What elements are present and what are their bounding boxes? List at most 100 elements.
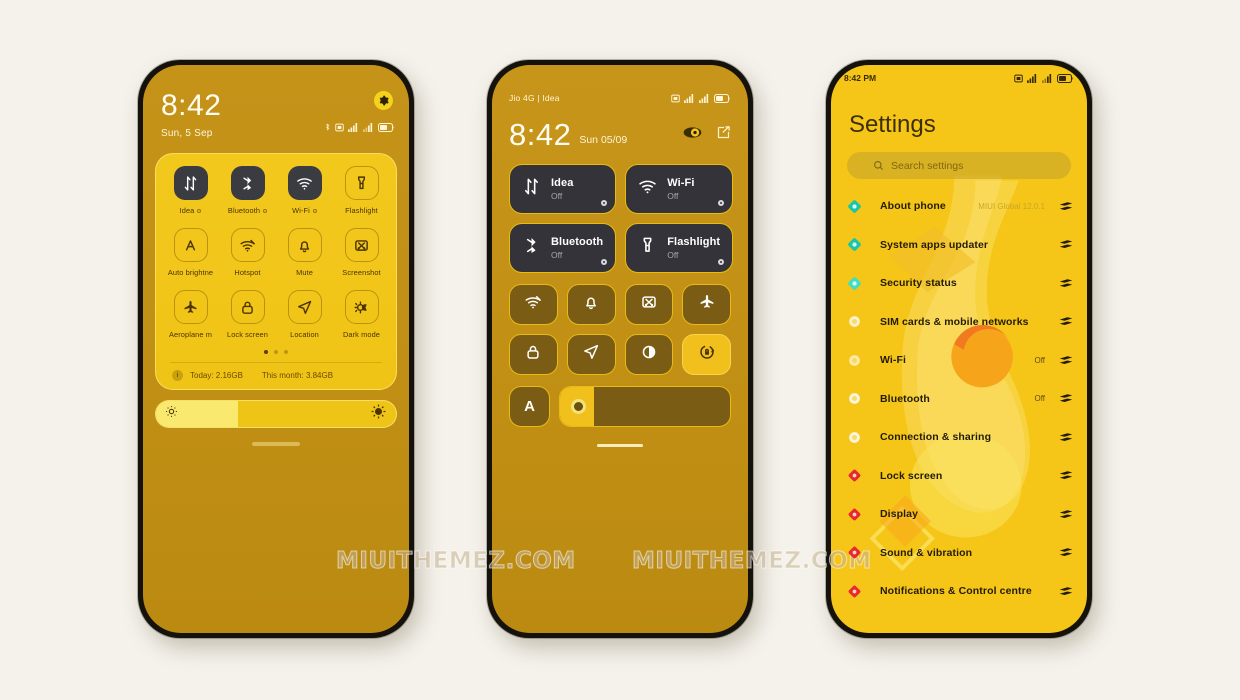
status-bar-icons [671, 93, 731, 103]
settings-row[interactable]: Notifications & Control centre [831, 572, 1087, 611]
bluetooth-icon[interactable] [230, 166, 265, 200]
double-chevron-icon[interactable] [1059, 393, 1073, 404]
quick-tile[interactable]: Wi-Fi [276, 166, 333, 215]
quick-tile[interactable]: Bluetooth [219, 166, 276, 215]
data-arrows-icon [522, 177, 541, 201]
signal-bars-icon [684, 93, 694, 103]
control-small-tile[interactable] [624, 334, 674, 375]
control-small-tile[interactable] [682, 334, 731, 375]
brightness-slider[interactable] [155, 400, 397, 428]
search-input[interactable]: Search settings [847, 152, 1071, 179]
control-small-tile[interactable] [509, 284, 558, 325]
page-indicator[interactable] [162, 350, 390, 354]
quick-tile[interactable]: Location [276, 290, 333, 339]
double-chevron-icon[interactable] [1059, 547, 1073, 558]
quick-tile[interactable]: Hotspot [219, 228, 276, 277]
brightness-slider[interactable] [559, 386, 731, 427]
big-tile-state: Off [551, 250, 563, 260]
settings-row[interactable]: Security status [831, 264, 1087, 303]
sim-card-icon [847, 314, 862, 329]
control-small-tile[interactable] [682, 284, 731, 325]
settings-row[interactable]: About phone MIUI Global 12.0.1 [831, 187, 1087, 226]
tile-expand-dot[interactable] [197, 209, 202, 214]
double-chevron-icon[interactable] [1059, 201, 1073, 212]
big-tile-state: Off [667, 250, 679, 260]
quick-tile[interactable]: Idea [162, 166, 219, 215]
dark-mode-contrast-icon [640, 343, 658, 366]
double-chevron-icon[interactable] [1059, 432, 1073, 443]
settings-list: About phone MIUI Global 12.0.1 System apps… [831, 187, 1087, 611]
double-chevron-icon[interactable] [1059, 586, 1073, 597]
quick-tile[interactable]: Screenshot [333, 228, 390, 277]
bluetooth-settings-icon [847, 391, 862, 406]
aeroplane-icon[interactable] [173, 290, 208, 324]
settings-row[interactable]: Connection & sharing [831, 418, 1087, 457]
tile-expand-dot[interactable] [718, 200, 725, 206]
settings-row[interactable]: Wi-Fi Off [831, 341, 1087, 380]
small-tile-grid [492, 273, 748, 375]
double-chevron-icon[interactable] [1059, 278, 1073, 289]
cc-time: 8:42 [509, 117, 572, 152]
system-updater-icon [847, 237, 862, 252]
quick-tile[interactable]: Aeroplane m [162, 290, 219, 339]
double-chevron-icon[interactable] [1059, 316, 1073, 327]
auto-brightness-icon[interactable] [173, 228, 208, 262]
data-usage-row[interactable]: i Today: 2.16GB This month: 3.84GB [162, 363, 390, 383]
shade-header: 8:42 Sun, 5 Sep [143, 65, 409, 139]
tile-expand-dot[interactable] [601, 200, 608, 206]
double-chevron-icon[interactable] [1059, 239, 1073, 250]
data-usage-month: This month: 3.84GB [261, 371, 334, 380]
screenshot-icon[interactable] [344, 228, 379, 262]
double-chevron-icon[interactable] [1059, 470, 1073, 481]
quick-tile[interactable]: Dark mode [333, 290, 390, 339]
settings-row[interactable]: Sound & vibration [831, 534, 1087, 573]
location-arrow-icon[interactable] [287, 290, 322, 324]
data-usage-today: Today: 2.16GB [190, 371, 243, 380]
quick-tile[interactable]: Lock screen [219, 290, 276, 339]
lock-icon[interactable] [230, 290, 265, 324]
dark-mode-icon[interactable] [344, 290, 379, 324]
settings-row[interactable]: Display [831, 495, 1087, 534]
control-small-tile[interactable] [566, 284, 616, 325]
notifications-icon [847, 584, 862, 599]
big-tile-name: Idea [551, 177, 574, 189]
auto-brightness-button[interactable]: A [509, 386, 550, 427]
gear-icon[interactable] [374, 91, 393, 110]
control-big-tile[interactable]: Flashlight Off [625, 223, 734, 273]
header-actions [683, 125, 731, 145]
data-arrows-icon[interactable] [173, 166, 208, 200]
bell-icon[interactable] [287, 228, 322, 262]
control-small-tile[interactable] [509, 334, 558, 375]
settings-row[interactable]: SIM cards & mobile networks [831, 303, 1087, 342]
wifi-icon[interactable] [287, 166, 322, 200]
control-big-tile[interactable]: Bluetooth Off [509, 223, 617, 273]
quick-tile[interactable]: Mute [276, 228, 333, 277]
control-big-tile[interactable]: Wi-Fi Off [625, 164, 734, 214]
control-big-tile[interactable]: Idea Off [509, 164, 617, 214]
control-small-tile[interactable] [624, 284, 674, 325]
quick-tile[interactable]: Auto brightne [162, 228, 219, 277]
double-chevron-icon[interactable] [1059, 355, 1073, 366]
brightness-knob-icon[interactable] [571, 399, 586, 414]
clock-row: 8:42 Sun 05/09 [492, 103, 748, 150]
edit-icon[interactable] [716, 125, 731, 145]
quick-tile-label: Wi-Fi [292, 206, 317, 215]
settings-row[interactable]: Bluetooth Off [831, 380, 1087, 419]
lock-icon [524, 343, 542, 366]
tile-expand-dot[interactable] [718, 259, 725, 265]
flashlight-icon[interactable] [344, 166, 379, 200]
settings-row[interactable]: System apps updater [831, 226, 1087, 265]
info-badge-icon: i [172, 370, 183, 381]
quick-tile[interactable]: Flashlight [333, 166, 390, 215]
power-eye-icon[interactable] [683, 126, 702, 144]
screenshot-icon [640, 293, 658, 316]
vpn-icon [1014, 74, 1023, 82]
page-dot [274, 350, 278, 354]
control-small-tile[interactable] [566, 334, 616, 375]
double-chevron-icon[interactable] [1059, 509, 1073, 520]
tile-expand-dot[interactable] [263, 209, 268, 214]
settings-row[interactable]: Lock screen [831, 457, 1087, 496]
tile-expand-dot[interactable] [312, 209, 317, 214]
hotspot-icon[interactable] [230, 228, 265, 262]
tile-expand-dot[interactable] [601, 259, 608, 265]
